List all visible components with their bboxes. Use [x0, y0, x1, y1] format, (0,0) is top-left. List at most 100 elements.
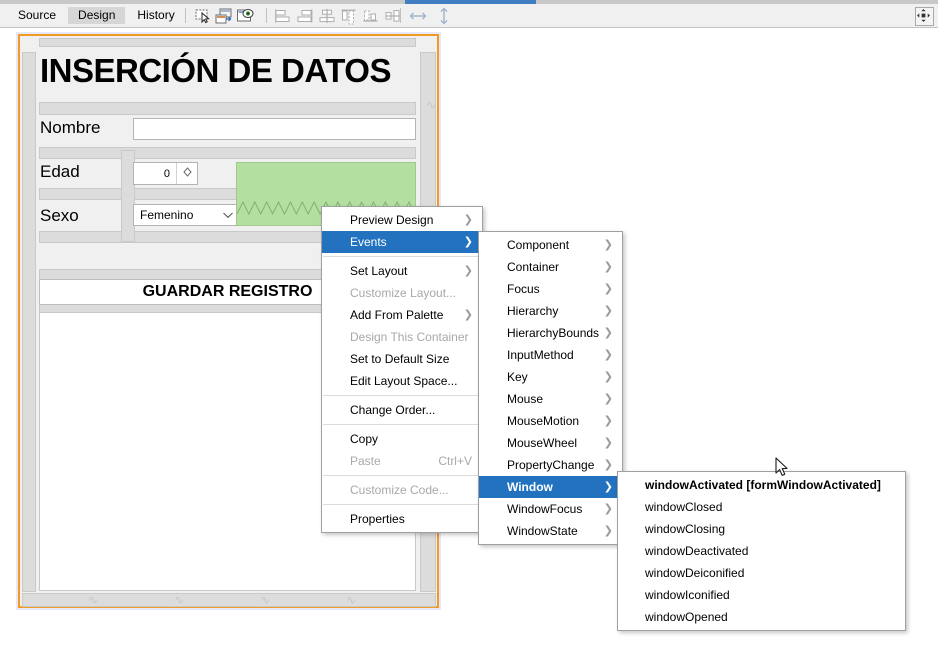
gutter-resize-mark-bottom-4: ∿ [346, 593, 357, 607]
menu-item-label: Set Layout [350, 264, 408, 278]
menu-item-windowclosing[interactable]: windowClosing [618, 518, 905, 540]
toolbar-separator-2 [266, 8, 267, 23]
menu-item-label: WindowFocus [507, 502, 583, 516]
menu-item-set-to-default-size[interactable]: Set to Default Size [322, 348, 482, 370]
tab-design[interactable]: Design [68, 7, 126, 24]
menu-item-windowstate[interactable]: WindowState ❯ [479, 520, 622, 542]
selection-mode-icon[interactable] [194, 7, 212, 25]
toolbar-separator-3 [400, 8, 401, 23]
menu-separator [323, 395, 481, 396]
maximize-window-button[interactable] [915, 7, 934, 26]
menu-item-component[interactable]: Component ❯ [479, 234, 622, 256]
menu-item-label: Focus [507, 282, 540, 296]
chevron-right-icon: ❯ [603, 525, 613, 537]
menu-item-mousemotion[interactable]: MouseMotion ❯ [479, 410, 622, 432]
chevron-right-icon: ❯ [603, 349, 613, 361]
menu-item-edit-layout-space[interactable]: Edit Layout Space... [322, 370, 482, 392]
menu-item-label: HierarchyBounds [507, 326, 600, 340]
preview-design-icon[interactable] [236, 7, 254, 25]
menu-item-label: MouseWheel [507, 436, 578, 450]
toolbar-mode-icon-group [194, 7, 254, 25]
menu-item-propertychange[interactable]: PropertyChange ❯ [479, 454, 622, 476]
menu-item-label: MouseMotion [507, 414, 580, 428]
label-nombre[interactable]: Nombre [40, 118, 100, 138]
gutter-resize-mark-bottom-1: ∿ [88, 593, 99, 607]
menu-item-label: WindowState [507, 524, 578, 538]
chevron-right-icon: ❯ [463, 309, 473, 321]
chevron-right-icon: ❯ [463, 265, 473, 277]
menu-item-label: Design This Container [350, 330, 469, 344]
form-title-label[interactable]: INSERCIÓN DE DATOS [40, 52, 392, 90]
connection-mode-icon[interactable] [215, 7, 233, 25]
context-submenu-events[interactable]: Component ❯ Container ❯ Focus ❯ Hierarchy ❯ … [478, 231, 623, 545]
combo-sexo[interactable]: Femenino [133, 204, 240, 226]
menu-item-label: Customize Layout... [350, 286, 457, 300]
designer-toolbar: Source Design History [0, 4, 938, 28]
menu-item-label: PropertyChange [507, 458, 595, 472]
chevron-right-icon: ❯ [603, 481, 613, 493]
menu-item-change-order[interactable]: Change Order... [322, 399, 482, 421]
spinner-edad-value: 0 [163, 167, 170, 180]
chevron-right-icon: ❯ [603, 327, 613, 339]
menu-item-design-this-container: Design This Container [322, 326, 482, 348]
menu-item-preview-design[interactable]: Preview Design ❯ [322, 209, 482, 231]
context-submenu-window-events[interactable]: windowActivated [formWindowActivated] wi… [617, 471, 906, 631]
layout-gutter-title-bottom [39, 102, 416, 115]
menu-item-label: Change Order... [350, 403, 436, 417]
tab-source[interactable]: Source [8, 7, 66, 24]
menu-item-hierarchybounds[interactable]: HierarchyBounds ❯ [479, 322, 622, 344]
design-canvas[interactable]: ∿ ∿ ∿ ∿ ∿ ∿ INSERCIÓN DE DATOS Nombre Ed… [0, 28, 938, 649]
toolbar-separator-1 [185, 8, 186, 23]
menu-item-windowactivated[interactable]: windowActivated [formWindowActivated] [618, 474, 905, 496]
menu-item-window[interactable]: Window ❯ [479, 476, 622, 498]
combo-sexo-value: Femenino [140, 208, 194, 222]
menu-item-copy[interactable]: Copy [322, 428, 482, 450]
menu-item-key[interactable]: Key ❯ [479, 366, 622, 388]
chevron-right-icon: ❯ [603, 305, 613, 317]
menu-item-properties[interactable]: Properties [322, 508, 482, 530]
align-left-icon [274, 7, 292, 25]
menu-item-paste: Paste Ctrl+V [322, 450, 482, 472]
menu-item-windowclosed[interactable]: windowClosed [618, 496, 905, 518]
menu-item-label: Events [350, 235, 387, 249]
menu-item-mousewheel[interactable]: MouseWheel ❯ [479, 432, 622, 454]
menu-item-label: Set to Default Size [350, 352, 450, 366]
resize-horizontal-icon [409, 7, 427, 25]
layout-gutter-top [39, 38, 416, 47]
label-sexo[interactable]: Sexo [40, 206, 79, 226]
layout-gutter-row1 [39, 147, 416, 159]
menu-item-customize-code: Customize Code... [322, 479, 482, 501]
view-mode-tabs: Source Design History [0, 4, 186, 27]
menu-item-add-from-palette[interactable]: Add From Palette ❯ [322, 304, 482, 326]
menu-item-container[interactable]: Container ❯ [479, 256, 622, 278]
menu-item-label: Add From Palette [350, 308, 444, 322]
chevron-right-icon: ❯ [603, 437, 613, 449]
menu-item-mouse[interactable]: Mouse ❯ [479, 388, 622, 410]
netbeans-form-designer: Source Design History ∿ ∿ ∿ ∿ ∿ INSERCIÓ… [0, 0, 938, 649]
menu-item-hierarchy[interactable]: Hierarchy ❯ [479, 300, 622, 322]
context-menu-designer[interactable]: Preview Design ❯ Events ❯ Set Layout ❯ Cust… [321, 206, 483, 533]
menu-item-label: Mouse [507, 392, 544, 406]
menu-item-windowdeiconified[interactable]: windowDeiconified [618, 562, 905, 584]
menu-item-windowfocus[interactable]: WindowFocus ❯ [479, 498, 622, 520]
gutter-resize-mark-bottom-2: ∿ [174, 593, 185, 607]
spinner-edad-buttons[interactable] [176, 163, 197, 184]
tab-history[interactable]: History [127, 7, 184, 24]
gutter-resize-mark-right-1: ∿ [426, 98, 437, 112]
align-right-icon [296, 7, 314, 25]
menu-item-events[interactable]: Events ❯ [322, 231, 482, 253]
label-edad[interactable]: Edad [40, 162, 80, 182]
spinner-edad[interactable]: 0 [133, 162, 198, 185]
menu-item-set-layout[interactable]: Set Layout ❯ [322, 260, 482, 282]
menu-item-focus[interactable]: Focus ❯ [479, 278, 622, 300]
menu-item-label: Component [507, 238, 570, 252]
chevron-right-icon: ❯ [603, 371, 613, 383]
input-nombre[interactable] [133, 118, 416, 140]
menu-item-label: Key [507, 370, 528, 384]
align-center-horizontal-icon [318, 7, 336, 25]
toolbar-align-icon-group [274, 7, 402, 25]
menu-item-windowiconified[interactable]: windowIconified [618, 584, 905, 606]
menu-item-windowopened[interactable]: windowOpened [618, 606, 905, 628]
menu-item-windowdeactivated[interactable]: windowDeactivated [618, 540, 905, 562]
menu-item-inputmethod[interactable]: InputMethod ❯ [479, 344, 622, 366]
